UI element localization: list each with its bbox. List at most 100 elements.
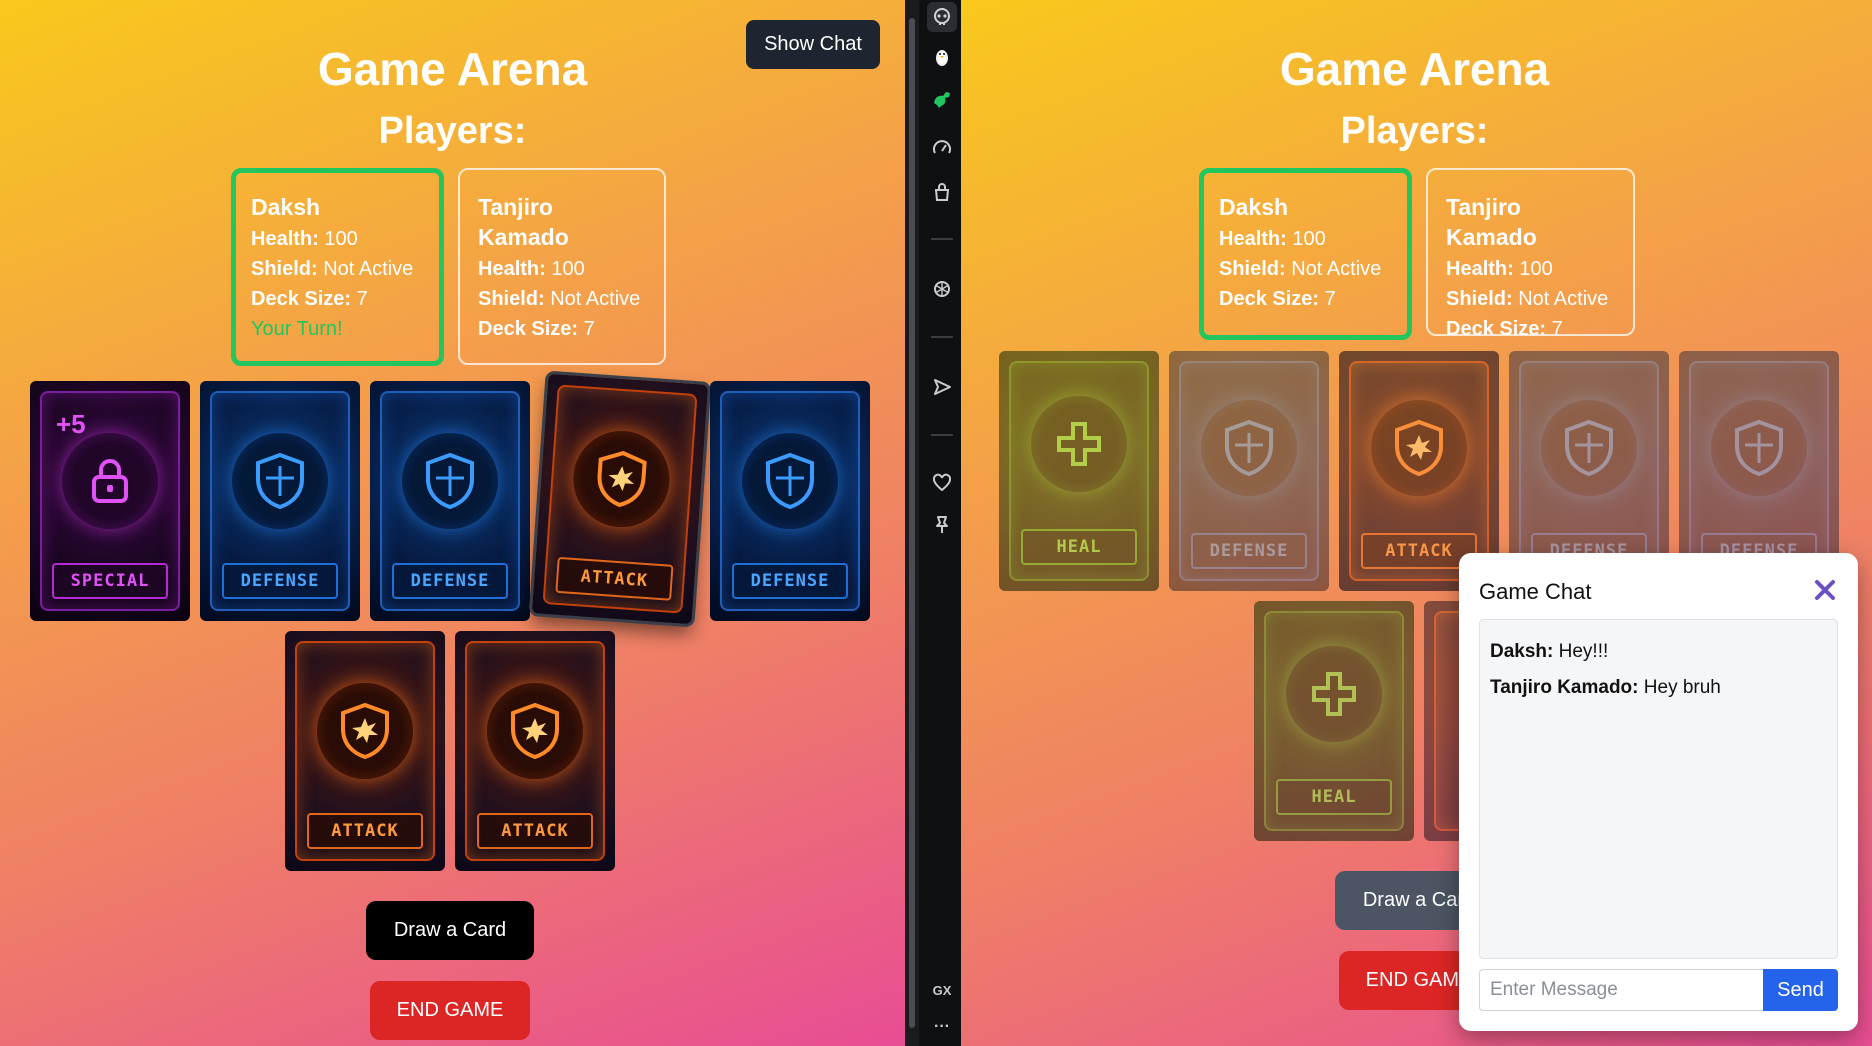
shield-icon [1201,400,1297,496]
sidebar-divider [931,336,953,338]
card-label: ATTACK [307,813,423,849]
shield-value: Not Active [323,258,414,280]
lock-icon [62,433,158,529]
close-icon[interactable] [1810,575,1840,605]
browser-sidebar: GX ··· [905,0,961,1046]
card-heal[interactable]: HEAL [1254,601,1414,841]
shield-icon [232,433,328,529]
player-name: Daksh [251,194,321,220]
card-defense[interactable]: DEFENSE [1169,351,1329,591]
card-label: DEFENSE [222,563,338,599]
chat-title: Game Chat [1479,579,1592,604]
shield-value: Not Active [550,288,641,310]
burst-shield-icon [1371,400,1467,496]
deck-size-label: Deck Size: [251,288,352,310]
deck-size-value: 7 [1551,318,1563,340]
plus-icon [1286,646,1382,742]
burst-shield-icon [487,683,583,779]
health-label: Health: [1219,228,1287,250]
card-label: HEAL [1276,779,1392,815]
shield-value: Not Active [1518,288,1609,310]
deck-size-label: Deck Size: [1219,288,1320,310]
deck-size-value: 7 [356,288,368,310]
chat-message: Daksh: Hey!!! [1490,634,1827,670]
player-name: Daksh [1219,194,1289,220]
send-icon[interactable] [927,372,957,402]
scrollbar-track[interactable] [905,0,919,1046]
draw-card-button[interactable]: Draw a Card [366,901,534,960]
deck-size-label: Deck Size: [1446,318,1547,340]
shield-value: Not Active [1291,258,1382,280]
penguin-icon[interactable] [927,42,957,72]
player-card-tanjiro: Tanjiro Kamado Health: 100 Shield: Not A… [1426,168,1635,340]
send-button[interactable]: Send [1763,969,1838,1011]
more-options-icon[interactable]: ··· [923,1018,961,1036]
card-defense[interactable]: DEFENSE [370,381,530,621]
card-label: ATTACK [477,813,593,849]
deck-size-label: Deck Size: [478,318,579,340]
health-value: 100 [1292,228,1326,250]
chat-sender: Tanjiro Kamado: [1490,677,1639,698]
sidebar-divider [931,434,953,436]
shield-label: Shield: [251,258,318,280]
player-name: Tanjiro Kamado [478,194,569,250]
card-bonus: +5 [56,409,86,439]
players-heading: Players: [378,110,527,152]
shield-label: Shield: [1219,258,1286,280]
chat-log[interactable]: Daksh: Hey!!! Tanjiro Kamado: Hey bruh [1479,619,1838,959]
player-card-tanjiro: Tanjiro Kamado Health: 100 Shield: Not A… [458,168,666,365]
openai-icon[interactable] [927,274,957,304]
health-label: Health: [478,258,546,280]
turn-indicator: Your Turn! [251,318,343,340]
player-card-daksh: Daksh Health: 100 Shield: Not Active Dec… [231,168,444,366]
deck-size-value: 7 [583,318,595,340]
game-pane-left: Game Arena Players: Show Chat Daksh Heal… [0,0,905,1046]
page-title: Game Arena [1279,43,1550,95]
card-label: DEFENSE [1191,533,1307,569]
card-defense[interactable]: DEFENSE [710,381,870,621]
health-value: 100 [1519,258,1553,280]
chat-message: Tanjiro Kamado: Hey bruh [1490,670,1827,706]
card-label: SPECIAL [52,563,168,599]
shield-label: Shield: [1446,288,1513,310]
heart-icon[interactable] [927,468,957,498]
player-name: Tanjiro Kamado [1446,194,1537,250]
end-game-button[interactable]: END GAME [370,981,530,1040]
chat-text: Hey!!! [1558,641,1609,662]
gx-label[interactable]: GX [923,983,961,998]
sidebar-divider [931,238,953,240]
card-heal[interactable]: HEAL [999,351,1159,591]
shield-label: Shield: [478,288,545,310]
health-value: 100 [551,258,585,280]
card-defense[interactable]: DEFENSE [200,381,360,621]
player-card-daksh: Daksh Health: 100 Shield: Not Active Dec… [1199,168,1412,340]
speedometer-icon[interactable] [927,134,957,164]
card-attack-selected[interactable]: ATTACK [531,373,709,625]
card-label: HEAL [1021,529,1137,565]
burst-shield-icon [317,683,413,779]
players-heading: Players: [1340,110,1489,152]
scrollbar-thumb[interactable] [909,18,915,1028]
skull-icon[interactable] [927,2,957,32]
health-value: 100 [324,228,358,250]
shield-icon [742,433,838,529]
plus-icon [1031,396,1127,492]
pin-icon[interactable] [927,510,957,540]
chat-modal: Game Chat Daksh: Hey!!! Tanjiro Kamado: … [1459,553,1858,1031]
message-input[interactable] [1479,969,1763,1011]
bag-icon[interactable] [927,177,957,207]
show-chat-button[interactable]: Show Chat [746,20,880,69]
shield-icon [1711,400,1807,496]
chat-text: Hey bruh [1643,677,1721,698]
shield-icon [1541,400,1637,496]
health-label: Health: [251,228,319,250]
dino-icon[interactable] [927,84,957,114]
card-label: DEFENSE [732,563,848,599]
chat-sender: Daksh: [1490,641,1554,662]
card-attack[interactable]: ATTACK [285,631,445,871]
card-attack[interactable]: ATTACK [455,631,615,871]
card-label: DEFENSE [392,563,508,599]
card-special[interactable]: +5 SPECIAL [30,381,190,621]
health-label: Health: [1446,258,1514,280]
shield-icon [402,433,498,529]
